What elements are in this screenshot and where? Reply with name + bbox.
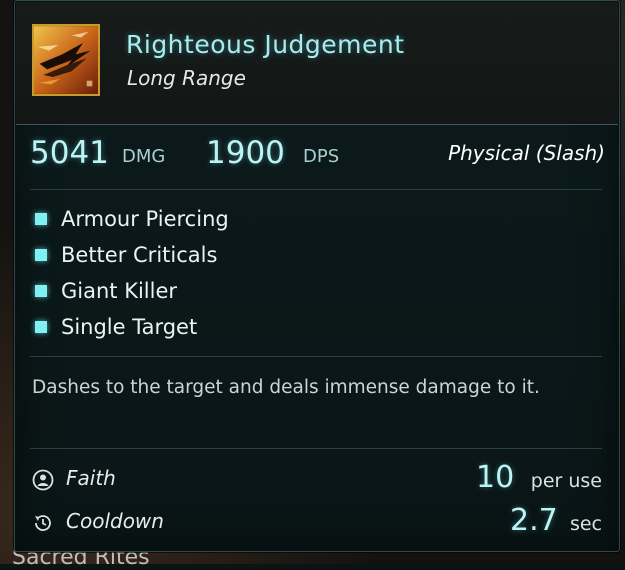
damage-value: 5041 — [30, 135, 109, 171]
bullet-icon — [35, 249, 47, 261]
bullet-icon — [35, 213, 47, 225]
trait-label: Giant Killer — [61, 279, 178, 303]
divider — [30, 189, 602, 190]
skill-name: Righteous Judgement — [126, 30, 405, 59]
trait-list: Armour Piercing Better Criticals Giant K… — [33, 201, 433, 345]
faith-label: Faith — [66, 466, 116, 490]
damage-unit: DMG — [122, 146, 166, 167]
skill-range: Long Range — [127, 66, 246, 90]
faith-unit: per use — [530, 470, 602, 492]
slash-attack-icon — [32, 24, 100, 96]
cooldown-icon — [32, 512, 54, 534]
skill-description: Dashes to the target and deals immense d… — [32, 377, 540, 398]
trait-item: Armour Piercing — [33, 201, 433, 237]
tooltip-header: Righteous Judgement Long Range — [16, 2, 618, 125]
trait-label: Better Criticals — [61, 243, 218, 267]
cooldown-row: Cooldown 2.7 sec — [32, 503, 602, 541]
damage-stats: 5041 DMG 1900 DPS Physical (Slash) — [30, 135, 605, 175]
faith-cost-row: Faith 10 per use — [32, 460, 602, 498]
trait-item: Giant Killer — [33, 273, 433, 309]
cooldown-unit: sec — [569, 513, 602, 535]
faith-value: 10 — [476, 460, 515, 495]
faith-icon — [32, 469, 54, 491]
dps-unit: DPS — [303, 146, 340, 167]
divider — [30, 448, 602, 449]
cooldown-value: 2.7 — [510, 503, 558, 538]
bullet-icon — [35, 285, 47, 297]
skill-tooltip: Righteous Judgement Long Range 5041 DMG … — [14, 0, 620, 552]
trait-item: Better Criticals — [33, 237, 433, 273]
damage-type: Physical (Slash) — [448, 141, 605, 165]
trait-label: Single Target — [61, 315, 198, 339]
cooldown-label: Cooldown — [66, 509, 164, 533]
trait-item: Single Target — [33, 309, 433, 345]
bullet-icon — [35, 321, 47, 333]
trait-label: Armour Piercing — [61, 207, 229, 231]
dps-value: 1900 — [206, 135, 285, 171]
divider — [30, 356, 602, 357]
